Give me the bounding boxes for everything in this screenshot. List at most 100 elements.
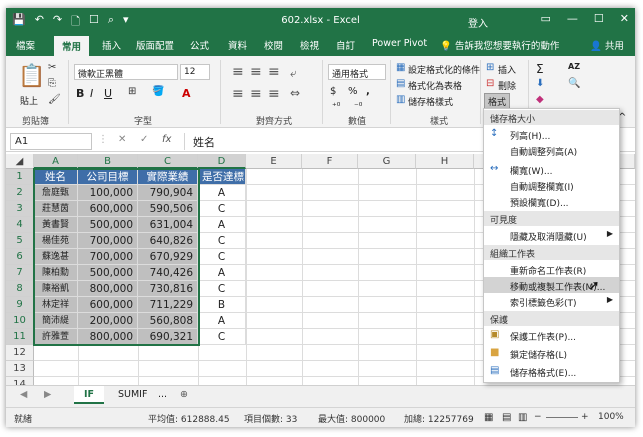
menu-item-row-height[interactable]: ↕ 列高(H)... xyxy=(484,126,619,142)
column-header[interactable]: D xyxy=(198,154,246,169)
align-right-icon[interactable]: ≡ xyxy=(268,86,280,102)
row-header[interactable]: 4 xyxy=(6,217,34,233)
select-all-corner[interactable]: ◢ xyxy=(6,154,34,169)
table-cell[interactable]: 560,808 xyxy=(138,313,198,329)
row-header[interactable]: 5 xyxy=(6,233,34,249)
conditional-format-icon[interactable]: ▦ xyxy=(396,62,405,73)
column-header[interactable]: G xyxy=(358,154,416,169)
table-cell[interactable]: A xyxy=(198,185,246,201)
cell-styles-icon[interactable]: ▥ xyxy=(396,94,405,105)
font-name-select[interactable]: 微軟正黑體 xyxy=(74,64,178,80)
tab-power-pivot[interactable]: Power Pivot xyxy=(372,38,427,49)
tab-file[interactable]: 檔案 xyxy=(16,38,35,52)
increase-decimal-button[interactable]: ⁺⁰ xyxy=(332,102,340,112)
row-header[interactable]: 3 xyxy=(6,201,34,217)
close-icon[interactable]: ✕ xyxy=(620,12,629,25)
table-cell[interactable]: 670,929 xyxy=(138,249,198,265)
font-size-select[interactable]: 12 xyxy=(180,64,210,80)
percent-button[interactable]: % xyxy=(348,86,358,97)
table-cell[interactable]: 陳柏勳 xyxy=(34,265,78,281)
zoom-in-button[interactable]: + xyxy=(581,412,589,422)
delete-cells-icon[interactable]: ⊟ xyxy=(486,78,494,89)
table-cell[interactable]: 500,000 xyxy=(78,217,138,233)
align-middle-icon[interactable]: ≡ xyxy=(250,64,262,80)
format-painter-icon[interactable]: 🖌 xyxy=(48,94,61,105)
share-button[interactable]: 👤 共用 xyxy=(590,38,624,52)
zoom-out-button[interactable]: − xyxy=(534,412,542,422)
tab-formulas[interactable]: 公式 xyxy=(190,38,209,52)
menu-item-rename-sheet[interactable]: 重新命名工作表(R) xyxy=(484,261,619,277)
maximize-icon[interactable]: ☐ xyxy=(594,12,604,25)
find-select-button[interactable]: 🔍 xyxy=(568,78,580,89)
column-header[interactable]: E xyxy=(246,154,302,169)
paste-button[interactable]: 貼上 xyxy=(20,94,38,107)
name-box[interactable]: A1 xyxy=(10,133,92,150)
tell-me-search[interactable]: 💡 告訴我您想要執行的動作 xyxy=(440,38,559,52)
normal-view-icon[interactable]: ▦ xyxy=(484,412,493,423)
table-cell[interactable]: 黃書賢 xyxy=(34,217,78,233)
row-header[interactable]: 11 xyxy=(6,329,34,345)
minimize-icon[interactable]: — xyxy=(567,12,578,25)
menu-item-autofit-row[interactable]: 自動調整列高(A) xyxy=(484,142,619,158)
table-cell[interactable]: 陳裕凱 xyxy=(34,281,78,297)
column-header[interactable]: F xyxy=(302,154,358,169)
table-cell[interactable]: 200,000 xyxy=(78,313,138,329)
row-header[interactable]: 6 xyxy=(6,249,34,265)
table-cell[interactable]: 800,000 xyxy=(78,281,138,297)
insert-cells-button[interactable]: 插入 xyxy=(498,63,516,76)
menu-item-protect-sheet[interactable]: ▣ 保護工作表(P)... xyxy=(484,327,619,343)
autosum-button[interactable]: Σ xyxy=(536,62,544,76)
align-bottom-icon[interactable]: ≡ xyxy=(268,64,280,80)
table-cell[interactable]: 700,000 xyxy=(78,249,138,265)
menu-item-tab-color[interactable]: 索引標籤色彩(T) ▶ xyxy=(484,293,619,309)
sheet-tab-if[interactable]: IF xyxy=(74,386,105,404)
delete-cells-button[interactable]: 刪除 xyxy=(498,79,516,92)
row-header[interactable]: 9 xyxy=(6,297,34,313)
menu-item-default-width[interactable]: 預設欄寬(D)... xyxy=(484,193,619,209)
italic-button[interactable]: I xyxy=(90,87,93,100)
tab-insert[interactable]: 插入 xyxy=(102,38,121,52)
cut-icon[interactable]: ✂ xyxy=(48,62,56,73)
table-cell[interactable]: 簡沛緹 xyxy=(34,313,78,329)
table-cell[interactable]: 詹庭甄 xyxy=(34,185,78,201)
table-cell[interactable]: 740,426 xyxy=(138,265,198,281)
column-header[interactable]: C xyxy=(138,154,198,169)
add-sheet-icon[interactable]: ⊕ xyxy=(170,386,198,404)
table-cell[interactable]: A xyxy=(198,217,246,233)
tab-home[interactable]: 常用 xyxy=(54,36,90,56)
table-cell[interactable]: 690,321 xyxy=(138,329,198,345)
insert-function-icon[interactable]: fx xyxy=(162,134,171,145)
sign-in-link[interactable]: 登入 xyxy=(468,15,488,30)
row-header[interactable]: 2 xyxy=(6,185,34,201)
page-break-view-icon[interactable]: ▥ xyxy=(518,412,527,423)
underline-button[interactable]: U xyxy=(104,87,112,100)
row-header[interactable]: 1 xyxy=(6,169,34,185)
zoom-slider[interactable] xyxy=(546,417,578,418)
table-cell[interactable]: 600,000 xyxy=(78,297,138,313)
decrease-decimal-button[interactable]: ⁻⁰ xyxy=(354,102,362,112)
next-sheet-button[interactable]: ▶ xyxy=(34,386,61,404)
confirm-entry-icon[interactable]: ✓ xyxy=(140,134,148,145)
tab-data[interactable]: 資料 xyxy=(228,38,247,52)
tab-review[interactable]: 校閱 xyxy=(264,38,283,52)
table-cell[interactable]: A xyxy=(198,265,246,281)
currency-button[interactable]: $ xyxy=(330,86,336,97)
table-cell[interactable]: C xyxy=(198,201,246,217)
tab-custom[interactable]: 自訂 xyxy=(336,38,355,52)
row-header[interactable]: 7 xyxy=(6,265,34,281)
table-cell[interactable]: 600,000 xyxy=(78,201,138,217)
menu-item-hide-unhide[interactable]: 隱藏及取消隱藏(U) ▶ xyxy=(484,227,619,243)
table-cell[interactable]: 590,506 xyxy=(138,201,198,217)
table-cell[interactable]: 蘇逸甚 xyxy=(34,249,78,265)
table-cell[interactable]: 楊佳苑 xyxy=(34,233,78,249)
font-color-button[interactable]: A xyxy=(182,87,191,100)
table-cell[interactable]: 許雅萱 xyxy=(34,329,78,345)
fill-down-icon[interactable]: ⬇ xyxy=(536,78,544,89)
table-cell[interactable]: C xyxy=(198,233,246,249)
fill-color-icon[interactable]: 🪣 xyxy=(152,86,164,97)
table-cell[interactable]: 640,826 xyxy=(138,233,198,249)
merge-center-icon[interactable]: ⇔ xyxy=(290,86,300,100)
sort-filter-button[interactable]: AZ xyxy=(568,62,580,71)
format-table-icon[interactable]: ▤ xyxy=(396,78,405,89)
comma-button[interactable]: , xyxy=(366,86,370,97)
